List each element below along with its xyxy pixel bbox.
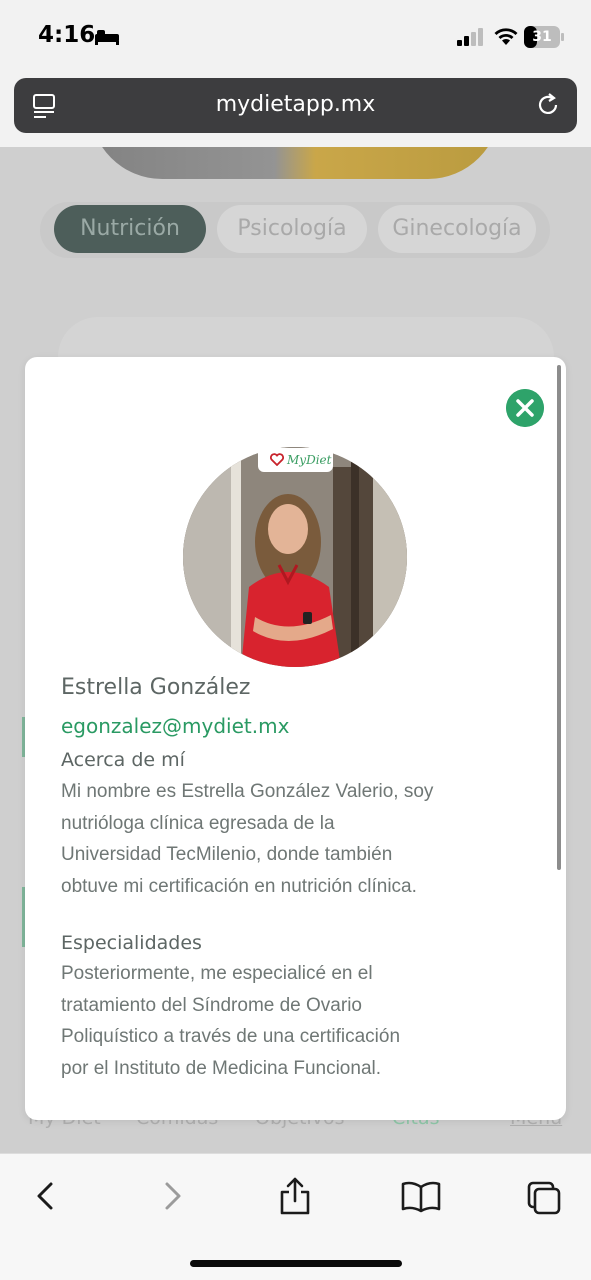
wifi-icon xyxy=(494,28,518,45)
specialties-heading: Especialidades xyxy=(61,932,202,954)
tabs-icon[interactable] xyxy=(526,1176,562,1216)
specialties-text: Posteriormente, me especialicé en el tra… xyxy=(61,963,401,1079)
tab-nutricion[interactable]: Nutrición xyxy=(54,205,206,253)
url-text[interactable]: mydietapp.mx xyxy=(74,92,517,117)
close-icon[interactable] xyxy=(506,389,544,427)
share-icon[interactable] xyxy=(277,1176,313,1216)
avatar xyxy=(183,447,407,667)
forward-icon[interactable] xyxy=(154,1176,190,1216)
about-text: Mi nombre es Estrella González Valerio, … xyxy=(61,781,434,897)
logo-text: MyDiet xyxy=(287,453,332,467)
specialist-name: Estrella González xyxy=(61,675,251,700)
status-bar: 4:16 31 xyxy=(0,0,591,72)
home-indicator xyxy=(190,1260,402,1267)
specialist-modal: MyDiet Estrella González egonzalez@mydie… xyxy=(25,357,566,1120)
address-bar[interactable]: mydietapp.mx xyxy=(14,78,577,133)
cellular-signal-icon xyxy=(457,28,483,46)
tab-ginecologia[interactable]: Ginecología xyxy=(378,205,536,253)
back-icon[interactable] xyxy=(28,1176,64,1216)
sleep-focus-icon xyxy=(95,30,119,45)
tab-psicologia[interactable]: Psicología xyxy=(217,205,367,253)
about-heading: Acerca de mí xyxy=(61,749,185,771)
specialist-email[interactable]: egonzalez@mydiet.mx xyxy=(61,714,289,738)
scrollbar[interactable] xyxy=(557,365,561,870)
battery-level: 31 xyxy=(532,29,552,45)
status-time: 4:16 xyxy=(38,22,96,48)
reload-icon[interactable] xyxy=(535,92,561,118)
bookmarks-icon[interactable] xyxy=(400,1176,442,1216)
heart-logo-icon xyxy=(270,453,284,466)
page-menu-icon[interactable] xyxy=(32,93,58,119)
hero-image xyxy=(90,147,500,179)
